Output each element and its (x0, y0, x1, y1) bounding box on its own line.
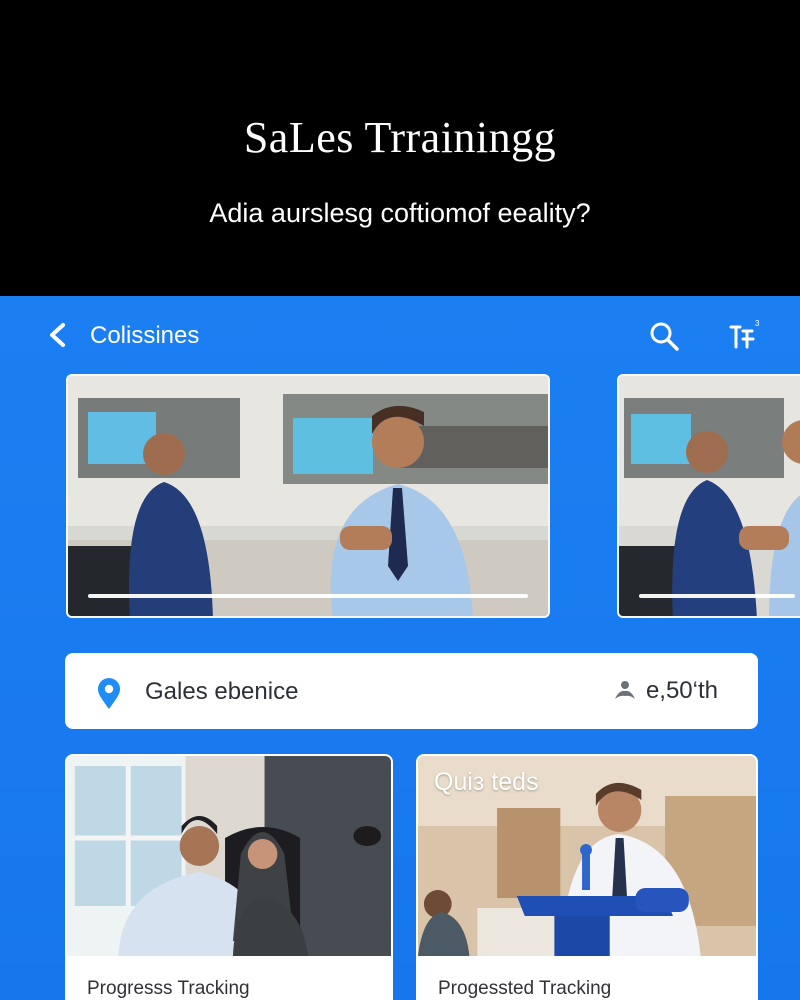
card-label: Progessted Tracking (438, 978, 612, 999)
chevron-left-icon[interactable] (44, 320, 72, 350)
video-progress-bar[interactable] (639, 594, 795, 598)
video-progress-bar[interactable] (88, 594, 528, 598)
card-label: Progresss Tracking (87, 978, 250, 999)
video-slide[interactable] (617, 374, 800, 618)
location-pin-icon (98, 678, 120, 709)
app-screen: Colissines 3 Gales ebenice e,50‘th Progr… (0, 296, 800, 1000)
quiz-card[interactable]: Quiз teds Progessted Tracking (416, 754, 758, 1000)
training-photo (68, 376, 548, 616)
filter-icon[interactable]: 3 (728, 318, 764, 352)
hero-banner: SaLes Trrainingg Adia aurslesg coftiomof… (0, 0, 800, 296)
hero-subtitle: Adia aurslesg coftiomof eeality? (209, 198, 591, 228)
progress-tracking-card[interactable]: Progresss Tracking (65, 754, 393, 1000)
card-overlay-title: Quiз teds (434, 768, 539, 796)
screen-title: Colissines (90, 322, 200, 349)
location-card[interactable]: Gales ebenice e,50‘th (65, 653, 758, 729)
search-icon[interactable] (648, 320, 680, 352)
training-photo (619, 376, 800, 616)
location-meta: e,50‘th (612, 677, 718, 705)
person-icon (614, 681, 635, 699)
card-photo (67, 756, 391, 956)
location-name: Gales ebenice (145, 678, 299, 705)
hero-title: SaLes Trrainingg (243, 113, 557, 162)
video-slide[interactable] (66, 374, 550, 618)
svg-text:3: 3 (755, 319, 760, 328)
top-bar: Colissines 3 (0, 296, 800, 374)
location-meta-text: e,50‘th (645, 677, 718, 704)
